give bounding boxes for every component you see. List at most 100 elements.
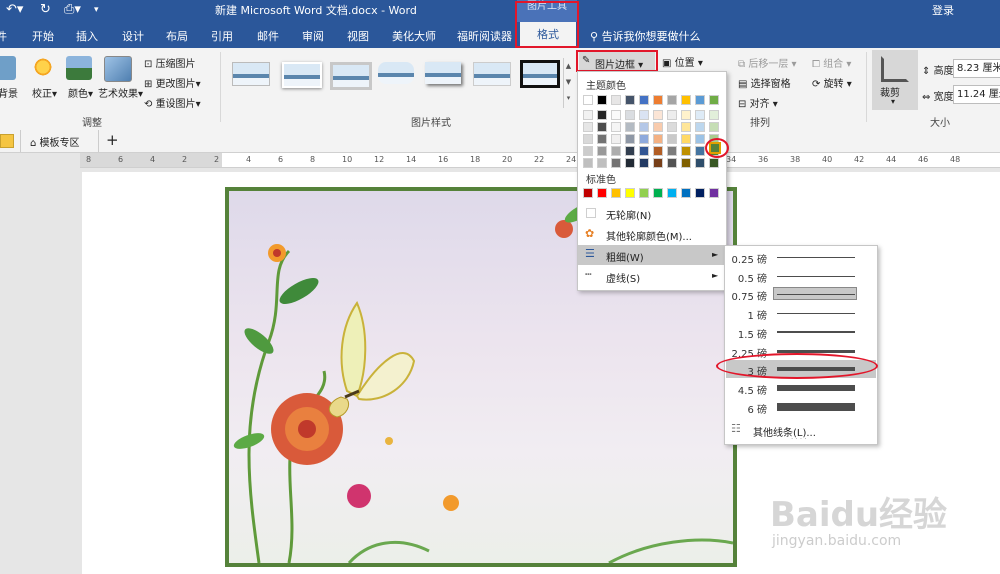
horizontal-ruler[interactable]: 8642246810121416182022242628303234363840… xyxy=(80,153,1000,168)
standard-color-swatch[interactable] xyxy=(653,188,663,198)
tab-references[interactable]: 引用 xyxy=(211,28,233,44)
folder-icon[interactable] xyxy=(0,134,14,148)
art-effects-label[interactable]: 艺术效果▾ xyxy=(98,85,143,100)
theme-color-swatch[interactable] xyxy=(653,110,663,120)
theme-color-swatch[interactable] xyxy=(681,122,691,132)
tab-mailings[interactable]: 邮件 xyxy=(257,28,279,44)
theme-color-swatch[interactable] xyxy=(597,110,607,120)
theme-color-swatch[interactable] xyxy=(681,110,691,120)
tab-foxit[interactable]: 福昕阅读器 xyxy=(457,28,512,44)
weight-option[interactable]: 1.5 磅 xyxy=(725,323,877,341)
theme-color-swatch[interactable] xyxy=(695,110,705,120)
theme-color-swatch[interactable] xyxy=(625,146,635,156)
theme-color-swatch[interactable] xyxy=(681,95,691,105)
theme-color-swatch[interactable] xyxy=(583,158,593,168)
theme-color-swatch[interactable] xyxy=(625,110,635,120)
theme-color-swatch[interactable] xyxy=(583,110,593,120)
weight-option[interactable]: 0.75 磅 xyxy=(725,285,877,303)
reset-picture-button[interactable]: ⟲ 重设图片▾ xyxy=(144,95,201,110)
tab-insert[interactable]: 插入 xyxy=(76,28,98,44)
tab-view[interactable]: 视图 xyxy=(347,28,369,44)
remove-background-icon[interactable] xyxy=(0,56,16,80)
theme-color-swatch[interactable] xyxy=(625,95,635,105)
theme-color-swatch[interactable] xyxy=(667,158,677,168)
theme-color-swatch[interactable] xyxy=(611,122,621,132)
theme-color-swatch[interactable] xyxy=(597,122,607,132)
picture-style-3[interactable] xyxy=(330,62,372,90)
weight-item[interactable]: ☰ 粗细(W) ► xyxy=(578,245,726,265)
weight-option[interactable]: 1 磅 xyxy=(725,304,877,322)
standard-color-swatch[interactable] xyxy=(681,188,691,198)
theme-color-swatch[interactable] xyxy=(611,95,621,105)
align-button[interactable]: ⊟ 对齐 ▾ xyxy=(738,95,778,110)
color-label[interactable]: 颜色▾ xyxy=(68,85,93,100)
rotate-button[interactable]: ⟳ 旋转 ▾ xyxy=(812,75,852,90)
theme-color-swatch[interactable] xyxy=(653,146,663,156)
theme-color-swatch[interactable] xyxy=(611,158,621,168)
picture-style-6[interactable] xyxy=(473,62,511,86)
standard-color-swatch[interactable] xyxy=(625,188,635,198)
template-area-tab[interactable]: ⌂ 模板专区 xyxy=(30,134,80,149)
theme-color-swatch[interactable] xyxy=(625,158,635,168)
width-field[interactable]: 11.24 厘米 xyxy=(953,85,1000,104)
tab-home[interactable]: 开始 xyxy=(32,28,54,44)
gallery-scroll[interactable]: ▲ ▼ ▾ xyxy=(563,58,573,108)
correct-icon[interactable] xyxy=(30,54,56,80)
theme-color-swatch[interactable] xyxy=(681,158,691,168)
color-icon[interactable] xyxy=(66,56,92,80)
theme-color-swatch[interactable] xyxy=(611,146,621,156)
theme-color-swatch[interactable] xyxy=(625,122,635,132)
group-button[interactable]: ⧠ 组合 ▾ xyxy=(812,55,851,70)
standard-color-swatch[interactable] xyxy=(611,188,621,198)
theme-color-swatch[interactable] xyxy=(597,95,607,105)
compress-pictures-button[interactable]: ⊡ 压缩图片 xyxy=(144,55,196,70)
theme-color-swatch[interactable] xyxy=(681,146,691,156)
picture-style-1[interactable] xyxy=(232,62,270,86)
dashes-item[interactable]: ┅ 虚线(S) ► xyxy=(578,266,726,286)
undo-icon[interactable]: ↶▾ xyxy=(6,2,23,17)
tab-file[interactable]: 件 xyxy=(0,28,7,44)
theme-color-swatch[interactable] xyxy=(695,95,705,105)
theme-color-swatch[interactable] xyxy=(695,146,705,156)
theme-color-swatch[interactable] xyxy=(667,134,677,144)
standard-color-swatch[interactable] xyxy=(583,188,593,198)
picture-style-7[interactable] xyxy=(520,60,560,88)
redo-icon[interactable]: ↻ xyxy=(40,2,51,17)
no-outline-item[interactable]: 无轮廓(N) xyxy=(578,203,726,223)
tell-me-search[interactable]: ⚲ 告诉我你想要做什么 xyxy=(590,28,701,44)
height-field[interactable]: 8.23 厘米 xyxy=(953,59,1000,78)
theme-color-swatch[interactable] xyxy=(597,158,607,168)
theme-color-swatch[interactable] xyxy=(695,158,705,168)
print-preview-icon[interactable]: ⎙▾ xyxy=(64,2,81,17)
standard-color-swatch[interactable] xyxy=(695,188,705,198)
send-backward-button[interactable]: ⧉ 后移一层 ▾ xyxy=(738,55,797,70)
selection-pane-button[interactable]: ▤ 选择窗格 xyxy=(738,75,791,90)
theme-color-swatch[interactable] xyxy=(667,95,677,105)
theme-color-swatch[interactable] xyxy=(695,122,705,132)
standard-color-swatch[interactable] xyxy=(709,188,719,198)
standard-color-swatch[interactable] xyxy=(639,188,649,198)
art-effects-icon[interactable] xyxy=(104,56,132,82)
theme-color-swatch[interactable] xyxy=(709,122,719,132)
theme-color-swatch[interactable] xyxy=(653,134,663,144)
theme-color-swatch[interactable] xyxy=(709,110,719,120)
resize-handle-icon[interactable]: · · · · xyxy=(791,435,807,443)
theme-color-swatch[interactable] xyxy=(639,110,649,120)
theme-color-swatch[interactable] xyxy=(653,158,663,168)
theme-color-swatch[interactable] xyxy=(625,134,635,144)
weight-option[interactable]: 4.5 磅 xyxy=(725,379,877,397)
crop-button[interactable]: 裁剪 ▾ xyxy=(872,50,918,110)
theme-color-swatch[interactable] xyxy=(639,95,649,105)
theme-color-swatch[interactable] xyxy=(611,134,621,144)
picture-style-4[interactable] xyxy=(378,62,414,84)
theme-color-swatch[interactable] xyxy=(653,122,663,132)
tab-review[interactable]: 审阅 xyxy=(302,28,324,44)
tab-design[interactable]: 设计 xyxy=(122,28,144,44)
picture-style-5[interactable] xyxy=(425,62,461,84)
weight-option[interactable]: 0.5 磅 xyxy=(725,267,877,285)
theme-color-swatch[interactable] xyxy=(583,146,593,156)
weight-option[interactable]: 0.25 磅 xyxy=(725,248,877,266)
theme-color-swatch[interactable] xyxy=(709,95,719,105)
theme-color-swatch[interactable] xyxy=(583,95,593,105)
change-picture-button[interactable]: ⊞ 更改图片▾ xyxy=(144,75,201,90)
